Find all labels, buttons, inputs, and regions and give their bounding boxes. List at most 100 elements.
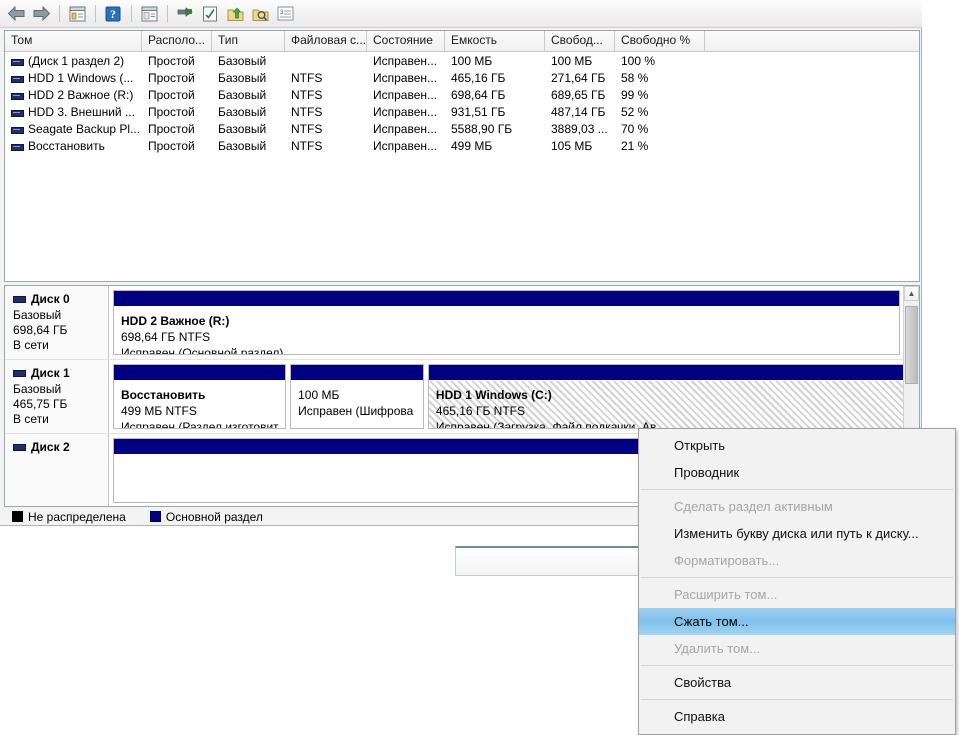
context-menu-item[interactable]: Проводник [639,459,955,486]
properties-icon[interactable] [137,3,161,25]
disk-title: Диск 2 [13,440,108,455]
cell-filesystem: NTFS [291,104,323,119]
search-icon[interactable] [248,3,272,25]
partition-status: Исправен (Шифрова [298,404,414,418]
disk-row[interactable]: Диск 0 Базовый 698,64 ГБ В сети HDD 2 Важное… [5,286,904,360]
help-icon[interactable]: ? [101,3,125,25]
cell-status: Исправен... [373,121,438,136]
export-icon[interactable] [223,3,247,25]
table-row[interactable]: HDD 2 Важное (R:) Простой Базовый NTFS Испра… [5,86,919,103]
partition-status: Исправен (Раздел изготовит [121,420,279,428]
cell-free: 100 МБ [551,53,593,68]
volume-disk-icon [11,143,24,151]
partition-details: Восстановить 499 МБ NTFS Исправен (Раздел … [114,381,285,428]
task-icon[interactable] [198,3,222,25]
cell-volume: HDD 1 Windows (... [5,71,142,85]
context-menu-item[interactable]: Открыть [639,432,955,459]
cell-free: 487,14 ГБ [551,104,606,119]
legend-label: Основной раздел [165,509,263,524]
cell-free-pct: 99 % [621,87,649,102]
column-header-spare[interactable] [705,31,919,51]
cell-filesystem: NTFS [291,138,323,153]
partition-name: HDD 2 Важное (R:) [121,314,230,328]
partition-color-bar [291,365,423,381]
disk-info-panel[interactable]: Диск 2 [5,434,109,506]
cell-type: Базовый [218,104,267,119]
rescan-disks-icon[interactable] [173,3,197,25]
table-row[interactable]: HDD 3. Внешний ... Простой Базовый NTFS Испр… [5,103,919,120]
scrollbar-thumb[interactable] [905,306,918,384]
cell-status: Исправен... [373,87,438,102]
partition-details: HDD 2 Важное (R:) 698,64 ГБ NTFS Исправен … [114,307,899,354]
volume-list-pane[interactable]: Том Располо... Тип Файловая с... Состоян… [4,30,920,282]
volume-disk-icon [11,109,24,117]
partition-block[interactable]: HDD 2 Важное (R:) 698,64 ГБ NTFS Исправен … [113,290,900,355]
disk-name-label: Диск 0 [31,292,70,306]
column-header-filesystem[interactable]: Файловая с... [285,31,367,51]
disk-state-label: В сети [13,412,49,426]
cell-capacity: 5588,90 ГБ [451,121,513,136]
cell-layout: Простой [148,138,195,153]
partition-color-bar [114,291,899,307]
cell-volume: HDD 2 Важное (R:) [5,88,142,102]
cell-volume-label: HDD 3. Внешний ... [28,104,135,119]
cell-layout: Простой [148,53,195,68]
table-row[interactable]: HDD 1 Windows (... Простой Базовый NTFS Испр… [5,69,919,86]
list-view-icon[interactable]: 3 [273,3,297,25]
table-row[interactable]: Восстановить Простой Базовый NTFS Исправен..… [5,137,919,154]
column-header-type[interactable]: Тип [212,31,285,51]
column-header-capacity[interactable]: Емкость [445,31,545,51]
partition-name: Восстановить [121,388,206,402]
disk-info-panel[interactable]: Диск 1 Базовый 465,75 ГБ В сети [5,360,109,433]
context-menu-separator [641,699,953,700]
cell-type: Базовый [218,53,267,68]
disk-type-label: Базовый [13,308,62,322]
column-header-free-pct[interactable]: Свободно % [615,31,705,51]
cell-capacity: 931,51 ГБ [451,104,506,119]
toolbar-separator [59,5,60,22]
context-menu-item[interactable]: Сжать том... [639,608,955,635]
partition-size: 100 МБ [298,388,340,402]
toolbar: ? 3 [0,0,922,28]
toolbar-separator [167,5,168,22]
cell-free: 105 МБ [551,138,593,153]
cell-status: Исправен... [373,70,438,85]
column-header-free[interactable]: Свобод... [545,31,615,51]
cell-status: Исправен... [373,104,438,119]
context-menu[interactable]: Открыть Проводник Сделать раздел активным И… [638,428,956,735]
cell-free-pct: 52 % [621,104,649,119]
table-row[interactable]: Seagate Backup Pl... Простой Базовый NTFS Ис… [5,120,919,137]
partition-block[interactable]: 100 МБ Исправен (Шифрова [290,364,424,429]
context-menu-item: Расширить том... [674,587,778,602]
partition-status: Исправен (Загрузка, Файл подкачки, Ав [435,420,657,428]
back-arrow-icon[interactable] [4,3,28,25]
partition-block[interactable]: HDD 1 Windows (C:) 465,16 ГБ NTFS Исправен… [427,364,904,429]
disk-row[interactable]: Диск 1 Базовый 465,75 ГБ В сети Восстановить… [5,360,904,434]
volume-disk-icon [11,92,24,100]
cell-type: Базовый [218,87,267,102]
scroll-up-arrow-icon[interactable]: ▲ [904,286,919,301]
show-hide-tree-icon[interactable] [65,3,89,25]
disk-info-panel[interactable]: Диск 0 Базовый 698,64 ГБ В сети [5,286,109,359]
context-menu-item[interactable]: Свойства [639,669,955,696]
legend-swatch [12,511,23,522]
toolbar-separator [131,5,132,22]
table-row[interactable]: (Диск 1 раздел 2) Простой Базовый Исправен.… [5,52,919,69]
partition-block[interactable]: Восстановить 499 МБ NTFS Исправен (Раздел … [113,364,287,429]
column-header-layout[interactable]: Располо... [142,31,212,51]
forward-arrow-icon[interactable] [29,3,53,25]
disk-title: Диск 0 [13,292,108,307]
context-menu-item[interactable]: Справка [639,703,955,730]
partition-details: 100 МБ Исправен (Шифрова [291,381,423,428]
cell-volume: (Диск 1 раздел 2) [5,54,142,68]
context-menu-item[interactable]: Изменить букву диска или путь к диску... [639,520,955,547]
disk-type-label: Базовый [13,382,62,396]
legend-entry: Основной раздел [142,510,263,524]
cell-filesystem: NTFS [291,70,323,85]
partition-status: Исправен (Основной раздел) [121,346,284,354]
column-header-volume[interactable]: Том [5,31,142,51]
cell-volume: Восстановить [5,139,142,153]
column-header-status[interactable]: Состояние [367,31,445,51]
toolbar-separator [95,5,96,22]
disk-name-label: Диск 2 [31,440,70,454]
